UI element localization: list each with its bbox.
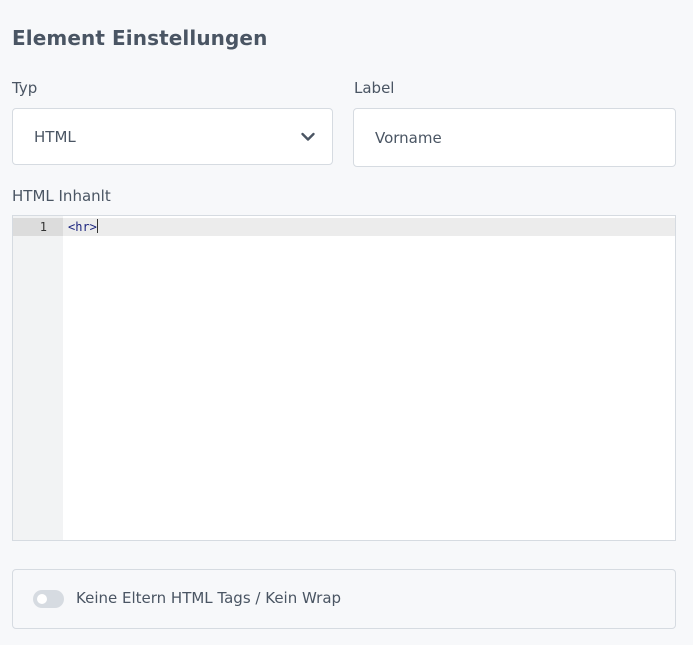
chevron-down-icon	[301, 132, 315, 141]
label-field-label: Label	[354, 79, 395, 97]
text-cursor	[96, 219, 98, 233]
no-wrap-label: Keine Eltern HTML Tags / Kein Wrap	[76, 589, 342, 607]
code-line-text: <hr>	[68, 220, 97, 234]
no-wrap-toggle[interactable]	[33, 590, 64, 608]
html-code-editor[interactable]: 1 <hr>	[12, 215, 676, 541]
html-content-label: HTML Inhanlt	[12, 187, 111, 205]
editor-gutter	[13, 216, 63, 540]
type-label: Typ	[12, 79, 38, 97]
type-select-value: HTML	[34, 128, 76, 146]
type-select[interactable]: HTML	[12, 108, 333, 165]
code-line[interactable]: <hr>	[68, 218, 98, 236]
label-input[interactable]	[353, 108, 676, 167]
no-wrap-option: Keine Eltern HTML Tags / Kein Wrap	[12, 569, 676, 629]
panel-title: Element Einstellungen	[12, 26, 268, 50]
active-line-highlight	[63, 218, 675, 236]
toggle-knob	[37, 594, 47, 604]
line-number: 1	[39, 220, 47, 234]
